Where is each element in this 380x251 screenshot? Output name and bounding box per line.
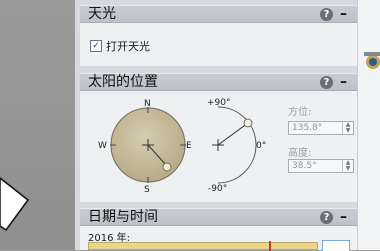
compass-south-label: S (144, 185, 150, 195)
altitude-stepper[interactable]: ▲ ▼ (342, 160, 353, 172)
daylight-body: ✓ 打开天光 (80, 23, 357, 66)
daylight-checkbox-label: 打开天光 (106, 40, 150, 53)
compass-north-label: N (144, 99, 151, 109)
elevation-zero-label: 0° (256, 141, 267, 151)
sun-position-header[interactable]: 太阳的位置 ? – (80, 73, 357, 91)
daylight-title: 天光 (88, 6, 116, 22)
compass-east-label: E (186, 141, 192, 151)
date-time-body: 2016 年: (80, 226, 357, 251)
daylight-header[interactable]: 天光 ? – (80, 5, 357, 23)
elevation-bottom-label: -90° (208, 184, 228, 194)
user-thumbnail-icon[interactable] (364, 50, 380, 72)
help-icon[interactable]: ? (320, 211, 333, 224)
chevron-down-icon[interactable]: ▼ (343, 166, 353, 172)
altitude-spinner[interactable]: 38.5° ▲ ▼ (288, 159, 354, 173)
help-icon[interactable]: ? (320, 8, 333, 21)
date-picker-button[interactable] (322, 240, 350, 251)
collapse-icon[interactable]: – (340, 6, 347, 22)
altitude-value: 38.5° (292, 161, 317, 171)
elevation-top-label: +90° (207, 98, 231, 108)
compass-dial[interactable] (106, 103, 190, 189)
daylight-toggle-row[interactable]: ✓ 打开天光 (90, 38, 150, 54)
azimuth-stepper[interactable]: ▲ ▼ (342, 122, 353, 134)
chevron-down-icon[interactable]: ▼ (343, 128, 353, 134)
year-timeline-slider[interactable] (88, 241, 318, 251)
azimuth-label: 方位: (288, 107, 312, 118)
sketch-outline (0, 177, 30, 232)
azimuth-value: 135.8° (292, 123, 323, 133)
viewport-canvas[interactable] (0, 0, 75, 250)
azimuth-spinner[interactable]: 135.8° ▲ ▼ (288, 121, 354, 135)
daylight-checkbox[interactable]: ✓ (90, 40, 102, 52)
date-time-header[interactable]: 日期与时间 ? – (80, 208, 357, 226)
altitude-label: 高度: (288, 148, 312, 159)
right-dock (357, 0, 380, 250)
help-icon[interactable]: ? (320, 76, 333, 89)
collapse-icon[interactable]: – (340, 209, 347, 225)
sun-position-body: N S W E +90° 0° -90° 方位: 135.8° ▲ ▼ 高度: … (80, 91, 357, 202)
date-time-title: 日期与时间 (88, 209, 158, 225)
compass-west-label: W (98, 141, 107, 151)
sun-position-title: 太阳的位置 (88, 74, 158, 90)
collapse-icon[interactable]: – (340, 74, 347, 90)
